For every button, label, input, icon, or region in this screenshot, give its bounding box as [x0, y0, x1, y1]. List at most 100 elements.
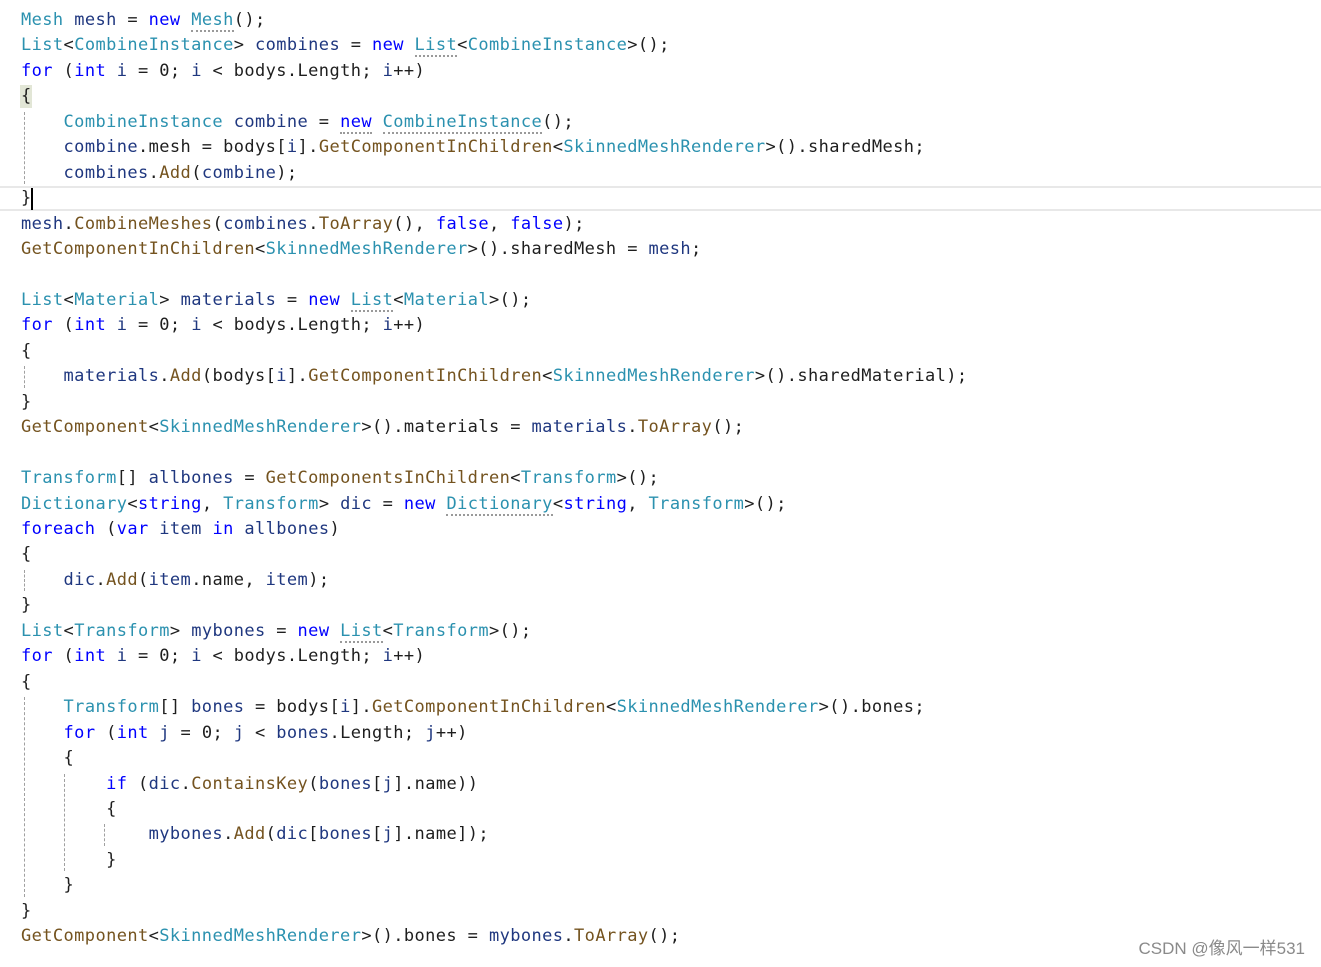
code-token: { — [21, 748, 75, 769]
code-token: for — [21, 315, 53, 336]
code-token: , — [489, 213, 511, 234]
code-line[interactable]: foreach (var item in allbones) — [21, 517, 340, 542]
code-token: SkinnedMeshRenderer — [265, 239, 468, 260]
code-line[interactable]: Transform[] allbones = GetComponentsInCh… — [21, 466, 659, 491]
code-token: { — [21, 86, 32, 107]
code-token: (); — [233, 10, 266, 30]
code-token: = 0; — [127, 646, 192, 667]
code-line[interactable]: Transform[] bones = bodys[i].GetComponen… — [21, 695, 925, 720]
code-line[interactable]: combine.mesh = bodys[i].GetComponentInCh… — [21, 135, 925, 160]
code-token: Material — [403, 289, 490, 310]
code-token: i — [116, 60, 128, 81]
code-token: < — [148, 417, 160, 438]
code-token: combines — [223, 213, 309, 234]
code-line[interactable]: { — [21, 670, 32, 695]
code-line[interactable]: Dictionary<string, Transform> dic = new … — [21, 492, 787, 517]
code-line[interactable]: mybones.Add(dic[bones[j].name]); — [21, 822, 489, 847]
code-token: CombineMeshes — [74, 213, 213, 234]
code-line[interactable]: for (int i = 0; i < bodys.Length; i++) — [21, 313, 425, 338]
code-token: allbones — [244, 519, 330, 539]
code-line[interactable]: combines.Add(combine); — [21, 161, 298, 186]
code-token: string — [138, 493, 202, 514]
code-token: int — [74, 646, 107, 667]
code-line[interactable]: List<CombineInstance> combines = new Lis… — [21, 33, 670, 58]
code-editor[interactable]: Mesh mesh = new Mesh(); List<CombineInsta… — [0, 0, 1321, 967]
code-line[interactable]: } — [21, 848, 117, 873]
code-token: ( — [52, 646, 75, 667]
code-token: < — [542, 366, 553, 387]
code-token: ) — [329, 519, 341, 539]
code-token: i — [191, 60, 202, 81]
code-token: List — [21, 620, 64, 641]
code-token: , — [627, 493, 649, 514]
code-token: bones — [318, 773, 373, 794]
code-token: .mesh = bodys[ — [138, 137, 287, 158]
code-line[interactable]: dic.Add(item.name, item); — [21, 568, 330, 593]
code-line[interactable]: { — [21, 542, 32, 567]
code-line[interactable]: { — [21, 84, 32, 109]
code-token: = — [276, 289, 309, 310]
code-token: ++) — [393, 646, 426, 667]
code-token: . — [63, 213, 75, 234]
code-token: ( — [191, 162, 202, 183]
code-line[interactable]: GetComponentInChildren<SkinnedMeshRender… — [21, 237, 702, 262]
code-token: < bodys.Length; — [201, 60, 383, 81]
code-line[interactable]: if (dic.ContainsKey(bones[j].name)) — [21, 772, 478, 797]
code-token: Dictionary — [446, 493, 553, 516]
code-line[interactable]: mesh.CombineMeshes(combines.ToArray(), f… — [21, 212, 585, 237]
code-token: allbones — [148, 468, 234, 489]
code-line[interactable]: GetComponent<SkinnedMeshRenderer>().bone… — [21, 924, 680, 949]
code-line[interactable]: materials.Add(bodys[i].GetComponentInChi… — [21, 364, 968, 389]
code-token: < — [244, 722, 277, 743]
code-token: ++) — [393, 60, 426, 81]
code-token: .Length; — [329, 722, 426, 743]
code-token: < — [510, 468, 521, 489]
code-token: ( — [95, 519, 117, 539]
code-line[interactable]: { — [21, 746, 74, 771]
code-token: item — [148, 569, 192, 590]
code-line[interactable]: for (int j = 0; j < bones.Length; j++) — [21, 721, 468, 746]
code-token: List — [414, 35, 458, 58]
code-token: < — [382, 620, 394, 641]
code-token: < — [552, 493, 564, 514]
code-line[interactable]: CombineInstance combine = new CombineIns… — [21, 110, 574, 135]
code-line[interactable]: for (int i = 0; i < bodys.Length; i++) — [21, 59, 425, 84]
code-token: { — [21, 340, 32, 361]
code-line[interactable]: } — [21, 873, 74, 898]
code-token: mesh — [21, 213, 64, 234]
code-token: > — [318, 493, 341, 514]
code-token: if — [106, 773, 128, 794]
code-line[interactable]: GetComponent<SkinnedMeshRenderer>().mate… — [21, 415, 744, 440]
code-token: List — [350, 289, 394, 312]
code-token: for — [63, 722, 96, 743]
code-token: >(); — [489, 289, 532, 310]
code-token: GetComponentInChildren — [21, 239, 255, 260]
code-token: SkinnedMeshRenderer — [159, 926, 362, 947]
code-token: Transform — [223, 493, 319, 514]
code-token: combine — [233, 111, 309, 132]
code-token: (); — [648, 926, 681, 947]
code-token: CombineInstance — [382, 111, 543, 134]
code-token: List — [340, 620, 383, 643]
code-line[interactable]: List<Transform> mybones = new List<Trans… — [21, 619, 532, 644]
code-line[interactable]: } — [21, 593, 32, 618]
code-token: Dictionary — [21, 493, 128, 514]
code-line[interactable]: Mesh mesh = new Mesh(); — [21, 8, 266, 33]
code-token: ToArray — [318, 213, 394, 234]
code-token: ( — [308, 773, 319, 794]
code-line[interactable]: List<Material> materials = new List<Mate… — [21, 288, 532, 313]
code-token: > — [159, 289, 181, 310]
text-caret — [31, 188, 33, 210]
code-line[interactable]: } — [21, 899, 32, 924]
code-line[interactable]: { — [21, 797, 117, 822]
code-line[interactable]: for (int i = 0; i < bodys.Length; i++) — [21, 644, 425, 669]
code-token: combines — [63, 162, 149, 183]
code-token: = — [372, 493, 404, 514]
code-line[interactable]: { — [21, 339, 32, 364]
code-line[interactable]: } — [21, 390, 32, 415]
